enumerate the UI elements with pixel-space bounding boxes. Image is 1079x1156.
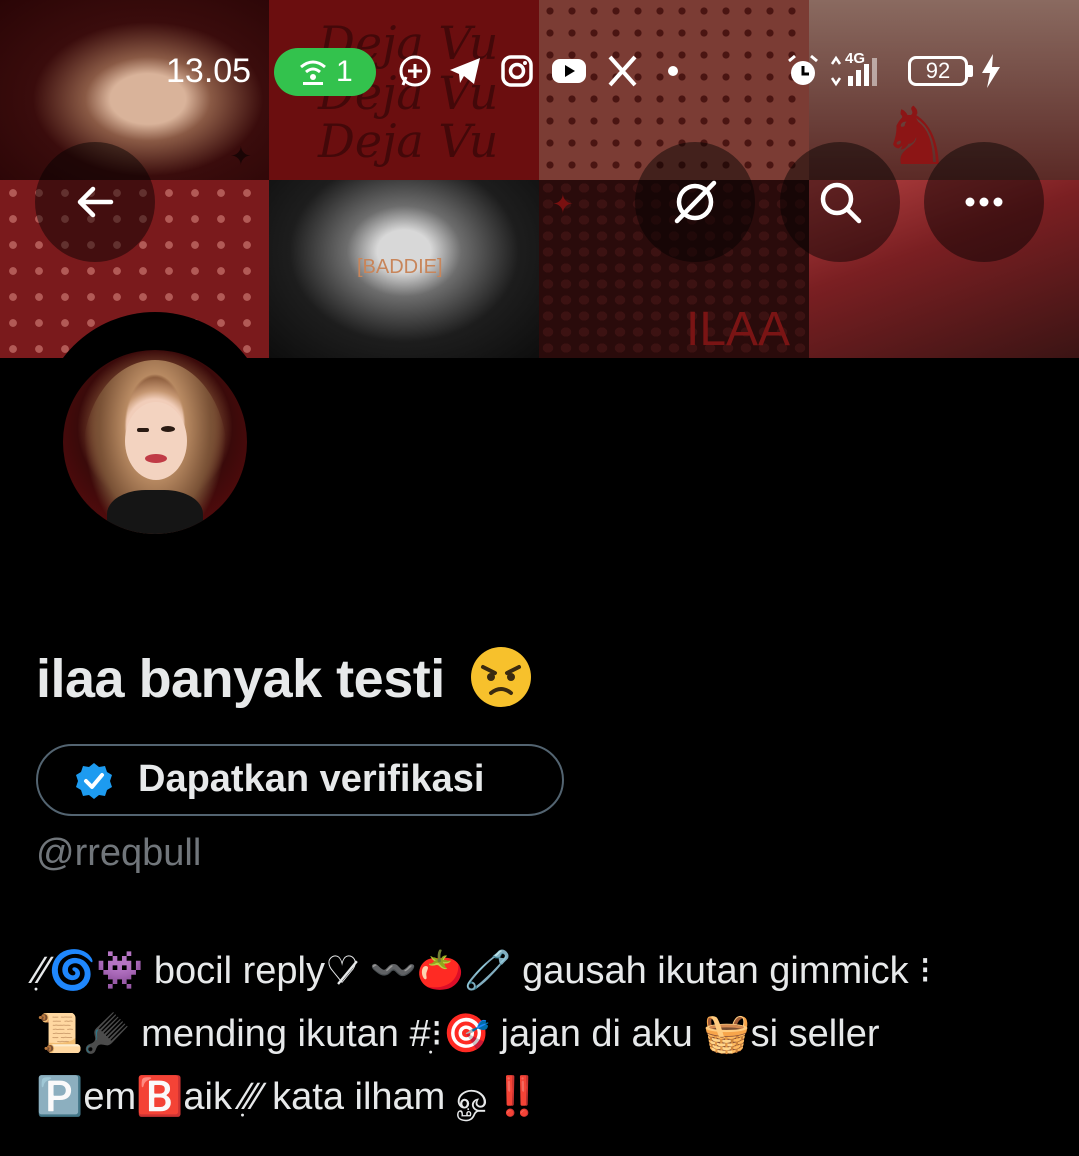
telegram-icon bbox=[450, 58, 480, 84]
youtube-icon bbox=[552, 59, 586, 83]
hotspot-icon bbox=[300, 60, 326, 85]
status-time: 13.05 bbox=[166, 52, 252, 90]
avatar[interactable] bbox=[63, 350, 247, 534]
hotspot-badge: 1 bbox=[274, 48, 376, 96]
more-notifications-dot bbox=[668, 66, 678, 76]
hotspot-count: 1 bbox=[336, 55, 353, 88]
display-name-text: ilaa banyak testi bbox=[36, 649, 445, 709]
battery-icon: 92 bbox=[908, 56, 968, 86]
get-verified-button[interactable]: Dapatkan verifikasi bbox=[36, 744, 564, 816]
search-button[interactable] bbox=[780, 142, 900, 262]
grok-icon bbox=[674, 180, 717, 224]
verified-badge-icon bbox=[76, 763, 112, 799]
sparkle-icon: ✦ bbox=[552, 190, 574, 220]
more-icon bbox=[965, 197, 1003, 207]
grok-button[interactable] bbox=[635, 142, 755, 262]
status-bar: 13.05 1 4G 92 bbox=[0, 40, 1079, 104]
avatar-face bbox=[125, 402, 187, 480]
whatsapp-icon bbox=[399, 55, 431, 87]
instagram-icon bbox=[501, 55, 533, 87]
battery-level: 92 bbox=[925, 58, 951, 83]
angry-face-icon bbox=[471, 646, 532, 707]
avatar-eye bbox=[161, 426, 175, 432]
network-type: 4G bbox=[845, 50, 866, 67]
back-button[interactable] bbox=[35, 142, 155, 262]
more-options-button[interactable] bbox=[924, 142, 1044, 262]
get-verified-label: Dapatkan verifikasi bbox=[138, 758, 485, 800]
user-handle: @rreqbull bbox=[36, 832, 202, 874]
avatar-outfit bbox=[107, 490, 203, 534]
banner-deja-vu-text-3: Deja Vu bbox=[318, 114, 499, 168]
back-arrow-icon bbox=[77, 186, 114, 218]
display-name: ilaa banyak testi bbox=[36, 646, 533, 715]
x-icon bbox=[608, 55, 637, 87]
search-icon bbox=[820, 182, 862, 224]
banner-baddie-text: [BADDIE] bbox=[357, 256, 443, 278]
charging-icon bbox=[982, 54, 1000, 88]
banner-ilaa-text: ILAA bbox=[686, 303, 791, 356]
alarm-icon bbox=[788, 54, 818, 85]
sparkle-icon: ✦ bbox=[230, 142, 252, 172]
battery-tip bbox=[968, 65, 973, 77]
avatar-eye bbox=[137, 428, 149, 432]
avatar-lips bbox=[145, 454, 167, 463]
profile-bio: ׅ⁄⁄🌀👾 bocil reply♡̷ 〰️🍅🧷 gausah ikutan g… bbox=[36, 950, 932, 1118]
